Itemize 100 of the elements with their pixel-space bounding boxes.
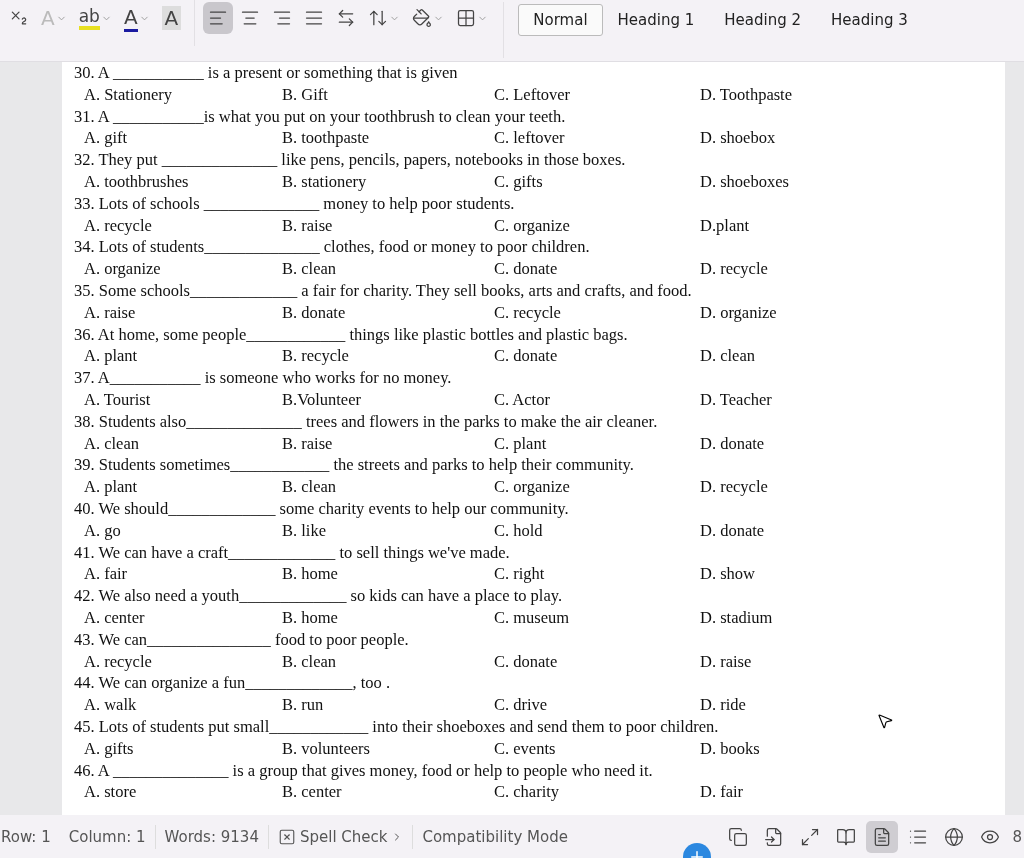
question-text: 41. We can have a craft_____________ to sell things we've made. — [74, 541, 510, 564]
answer-option: B. clean — [282, 476, 337, 498]
answer-option: A. gift — [84, 127, 128, 150]
answer-option: D. organize — [700, 301, 777, 324]
answer-option: B. center — [282, 781, 342, 804]
answer-option: A. center — [84, 606, 145, 629]
answer-option: C. organize — [494, 476, 570, 498]
style-option[interactable]: Normal — [518, 4, 603, 36]
question-text: 33. Lots of schools ______________ money to help poor students. — [74, 192, 515, 215]
pages-icon — [728, 826, 749, 847]
answer-option: C. Leftover — [494, 83, 571, 106]
answer-option: C. events — [494, 737, 556, 760]
question-text: 39. Students sometimes____________ the streets and parks to help their community. — [74, 454, 634, 477]
style-option[interactable]: Heading 3 — [816, 4, 923, 36]
answer-option: D. stadium — [700, 606, 773, 629]
globe-icon — [944, 826, 965, 847]
book-icon — [836, 826, 857, 847]
answer-option: C. gifts — [494, 171, 543, 193]
spell-check-icon — [277, 827, 296, 846]
answer-option: A. recycle — [84, 214, 152, 237]
answer-option: D. Toothpaste — [700, 83, 793, 106]
answer-option: D. fair — [700, 781, 744, 804]
answer-option: D. books — [700, 737, 760, 760]
answer-option: D.plant — [700, 214, 750, 237]
question-text: 31. A ___________is what you put on your toothbrush to clean your teeth. — [74, 105, 566, 128]
font-color-button[interactable]: A — [118, 2, 155, 34]
answer-option: B. clean — [282, 650, 337, 673]
answer-option: C. leftover — [494, 127, 565, 150]
spell-check-button[interactable]: Spell Check — [268, 827, 413, 846]
answer-option: C. donate — [494, 345, 558, 368]
question-text: 40. We should_____________ some charity events to help our community. — [74, 497, 569, 520]
answer-option: B. home — [282, 606, 338, 629]
answer-option: B. like — [282, 519, 326, 542]
answer-option: D. Teacher — [700, 388, 772, 411]
question-text: 42. We also need a youth_____________ so kids can have a place to play. — [74, 585, 563, 607]
page-view-button[interactable] — [866, 820, 899, 853]
answer-option: C. drive — [494, 694, 548, 716]
style-option[interactable]: Heading 1 — [602, 4, 710, 36]
align-left-button[interactable] — [203, 2, 234, 34]
question-text: 44. We can organize a fun_____________, too . — [74, 672, 391, 695]
answer-option: B. recycle — [282, 345, 349, 368]
answer-option: B. home — [282, 563, 338, 586]
answer-option: C. recycle — [494, 301, 561, 324]
question-text: 38. Students also______________ trees and flowers in the parks to make the air cleaner. — [74, 410, 658, 433]
answer-option: D. ride — [700, 694, 746, 716]
question-text: 43. We can_______________ food to poor people. — [74, 628, 409, 651]
question-text: 37. A___________ is someone who works for no money. — [74, 367, 452, 389]
word-count: Words: 9134 — [163, 827, 260, 846]
question-text: 45. Lots of students put small____________ into their shoeboxes and send them to poor children. — [74, 715, 719, 738]
answer-option: B. raise — [282, 214, 333, 237]
answer-option: B. toothpaste — [282, 127, 370, 150]
answer-option: A. recycle — [84, 650, 152, 673]
answer-option: A. walk — [84, 694, 137, 716]
answer-option: C. donate — [494, 258, 558, 280]
highlight-button[interactable]: ab — [73, 2, 117, 34]
answer-option: C. organize — [494, 214, 570, 237]
style-option[interactable]: Heading 2 — [709, 4, 817, 36]
zoom-level: 8 — [1011, 827, 1023, 846]
answer-option: C. hold — [494, 519, 543, 542]
column-indicator: Column: 1 — [67, 827, 147, 846]
answer-option: B.Volunteer — [282, 388, 361, 411]
answer-option: D. donate — [700, 432, 765, 455]
question-text: 46. A ______________ is a group that gives money, food or help to people who need it. — [74, 759, 653, 782]
question-text: 32. They put ______________ like pens, pencils, papers, notebooks in those boxes. — [74, 149, 626, 171]
answer-option: C. charity — [494, 781, 560, 804]
row-indicator: Row: 1 — [0, 827, 52, 846]
answer-option: A. clean — [84, 432, 139, 455]
answer-option: B. run — [282, 694, 324, 716]
question-text: 34. Lots of students______________ clothes, food or money to poor children. — [74, 236, 590, 259]
answer-option: C. museum — [494, 606, 570, 629]
answer-option: A. plant — [84, 476, 138, 498]
answer-option: C. Actor — [494, 388, 550, 411]
mouse-pointer-icon — [876, 712, 894, 730]
answer-option: D. raise — [700, 650, 752, 673]
answer-option: A. raise — [84, 301, 136, 324]
answer-option: A. gifts — [84, 737, 134, 760]
answer-option: A. fair — [84, 563, 128, 586]
question-text: 35. Some schools_____________ a fair for charity. They sell books, arts and crafts, and food. — [74, 279, 692, 302]
answer-option: A. organize — [84, 258, 161, 280]
answer-option: A. plant — [84, 345, 138, 368]
answer-option: D. recycle — [700, 476, 768, 498]
answer-option: D. recycle — [700, 258, 768, 280]
answer-option: D. clean — [700, 345, 755, 368]
answer-option: B. clean — [282, 258, 337, 280]
fullscreen-icon — [800, 826, 821, 847]
answer-option: A. store — [84, 781, 137, 804]
answer-option: C. donate — [494, 650, 558, 673]
answer-option: D. shoebox — [700, 127, 776, 150]
question-text: 30. A ___________ is a present or something that is given — [74, 62, 458, 84]
paint-bucket-icon — [412, 8, 433, 28]
answer-option: A. Tourist — [84, 388, 151, 411]
answer-option: B. donate — [282, 301, 346, 324]
line-spacing-icon — [368, 8, 389, 28]
answer-option: A. toothbrushes — [84, 171, 189, 193]
question-text: 36. At home, some people____________ things like plastic bottles and plastic bags. — [74, 323, 628, 346]
answer-option: D. shoeboxes — [700, 171, 789, 193]
answer-option: A. go — [84, 519, 121, 542]
answer-option: B. volunteers — [282, 737, 370, 760]
answer-option: B. Gift — [282, 83, 328, 106]
answer-option: B. raise — [282, 432, 333, 455]
